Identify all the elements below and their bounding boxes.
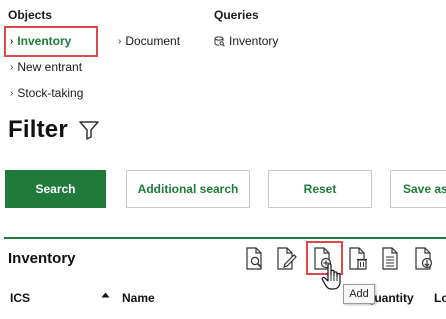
chevron-right-icon: › bbox=[118, 35, 122, 47]
additional-search-button[interactable]: Additional search bbox=[126, 170, 250, 208]
query-item-label: Inventory bbox=[229, 34, 279, 48]
funnel-icon bbox=[78, 119, 100, 141]
nav-item-label: New entrant bbox=[17, 60, 83, 74]
column-header-ics[interactable]: ICS bbox=[10, 291, 30, 305]
edit-document-icon[interactable] bbox=[274, 245, 300, 273]
add-tooltip: Add bbox=[343, 284, 375, 304]
nav-item-label: Document bbox=[125, 34, 181, 48]
hand-cursor-icon bbox=[320, 262, 344, 297]
sort-ascending-icon[interactable] bbox=[101, 285, 110, 303]
filter-header: Filter bbox=[8, 116, 100, 144]
query-icon bbox=[214, 35, 225, 47]
reset-button[interactable]: Reset bbox=[268, 170, 372, 208]
column-header-lo[interactable]: Lo bbox=[434, 291, 446, 305]
column-header-name[interactable]: Name bbox=[122, 291, 155, 305]
query-item-inventory[interactable]: Inventory bbox=[214, 34, 278, 48]
chevron-right-icon: › bbox=[10, 87, 14, 99]
nav-item-inventory[interactable]: › Inventory bbox=[10, 34, 71, 48]
nav-item-stock-taking[interactable]: › Stock-taking bbox=[10, 86, 83, 100]
export-document-icon[interactable] bbox=[412, 245, 438, 273]
chevron-right-icon: › bbox=[10, 35, 14, 47]
objects-section-title: Objects bbox=[8, 8, 53, 22]
nav-item-new-entrant[interactable]: › New entrant bbox=[10, 60, 82, 74]
text-document-icon[interactable] bbox=[378, 245, 404, 273]
chevron-right-icon: › bbox=[10, 61, 14, 73]
save-as-button[interactable]: Save as bbox=[390, 170, 446, 208]
nav-item-document[interactable]: › Document bbox=[118, 34, 180, 48]
queries-section-title: Queries bbox=[214, 8, 259, 22]
list-title: Inventory bbox=[8, 250, 76, 267]
nav-item-label: Inventory bbox=[17, 34, 72, 48]
section-divider bbox=[4, 237, 446, 239]
search-button[interactable]: Search bbox=[5, 170, 106, 208]
preview-document-icon[interactable] bbox=[242, 245, 268, 273]
delete-document-icon[interactable] bbox=[346, 245, 372, 273]
nav-item-label: Stock-taking bbox=[17, 86, 84, 100]
filter-title: Filter bbox=[8, 116, 68, 143]
